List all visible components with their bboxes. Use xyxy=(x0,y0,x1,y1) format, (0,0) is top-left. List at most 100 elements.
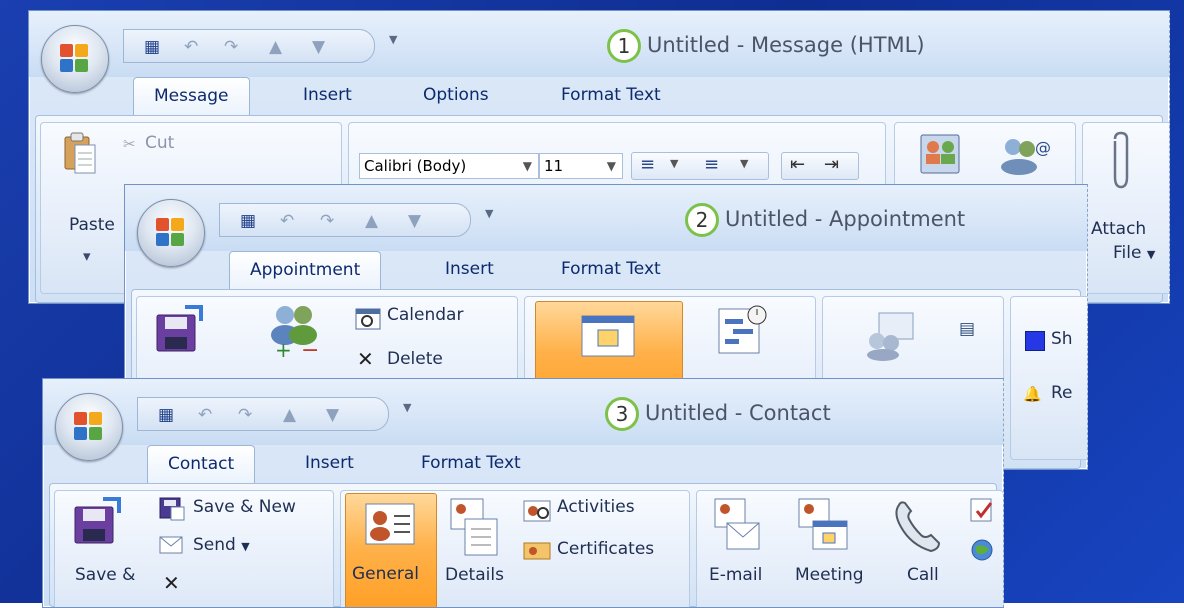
svg-text:@: @ xyxy=(1035,138,1051,157)
tab-insert[interactable]: Insert xyxy=(303,85,352,105)
ribbon-tabs: Contact Insert Format Text xyxy=(43,443,1003,486)
undo-icon[interactable]: ↶ xyxy=(280,211,294,231)
tab-options[interactable]: Options xyxy=(423,85,489,105)
font-size-combo[interactable]: 11 ▼ xyxy=(539,153,623,179)
paste-dropdown-icon[interactable]: ▾ xyxy=(83,247,91,265)
tab-format-text[interactable]: Format Text xyxy=(561,259,661,279)
tab-insert[interactable]: Insert xyxy=(445,259,494,279)
next-item-icon[interactable]: ▼ xyxy=(408,211,421,231)
undo-icon[interactable]: ↶ xyxy=(184,37,198,57)
send-icon[interactable] xyxy=(159,533,185,557)
previous-item-icon[interactable]: ▲ xyxy=(283,405,296,425)
quick-access-toolbar: ▦ ↶ ↷ ▲ ▼ xyxy=(123,29,375,63)
show-as-color-icon xyxy=(1025,331,1045,351)
cut-label[interactable]: Cut xyxy=(145,133,174,153)
delete-icon[interactable]: ✕ xyxy=(357,347,374,371)
cut-icon[interactable]: ✂ xyxy=(123,135,136,153)
call-label[interactable]: Call xyxy=(907,565,939,585)
save-close-icon[interactable] xyxy=(155,305,207,355)
ribbon-tabs: Appointment Insert Format Text xyxy=(125,249,1087,292)
font-size-value: 11 xyxy=(544,157,564,175)
next-item-icon[interactable]: ▼ xyxy=(326,405,339,425)
attach-file-label[interactable]: Attach xyxy=(1091,219,1146,239)
email-label[interactable]: E-mail xyxy=(709,565,762,585)
paste-label[interactable]: Paste xyxy=(69,215,115,235)
invite-attendees-icon[interactable]: + − xyxy=(265,301,323,359)
numbering-icon[interactable]: ≡ xyxy=(704,154,719,175)
paste-icon[interactable] xyxy=(63,131,97,175)
previous-item-icon[interactable]: ▲ xyxy=(365,211,378,231)
meeting-icon[interactable] xyxy=(797,497,851,553)
tab-format-text[interactable]: Format Text xyxy=(561,85,661,105)
chevron-down-icon[interactable]: ▼ xyxy=(670,157,678,170)
customize-qat-icon[interactable]: ▼ xyxy=(485,207,493,220)
meeting-label[interactable]: Meeting xyxy=(795,565,864,585)
certificates-label[interactable]: Certificates xyxy=(557,539,654,559)
redo-icon[interactable]: ↷ xyxy=(224,37,238,57)
address-book-icon[interactable] xyxy=(917,133,967,177)
customize-qat-icon[interactable]: ▼ xyxy=(403,401,411,414)
general-label: General xyxy=(352,564,419,584)
tab-message[interactable]: Message xyxy=(133,77,250,118)
save-icon[interactable]: ▦ xyxy=(158,405,174,425)
assign-task-icon[interactable] xyxy=(969,497,995,523)
show-group: General Details Activities Certificates xyxy=(340,490,690,607)
save-close-label[interactable]: Save & xyxy=(75,565,135,585)
tab-format-text[interactable]: Format Text xyxy=(421,453,521,473)
save-new-icon[interactable] xyxy=(159,495,185,521)
save-close-icon[interactable] xyxy=(73,497,125,547)
tab-appointment[interactable]: Appointment xyxy=(229,251,382,292)
redo-icon[interactable]: ↷ xyxy=(238,405,252,425)
address-book-icon[interactable]: ▤ xyxy=(959,319,975,339)
meeting-request-icon[interactable] xyxy=(863,311,919,361)
certificates-icon[interactable] xyxy=(523,539,551,563)
email-contact-icon[interactable] xyxy=(713,497,763,553)
bullets-icon[interactable]: ≡ xyxy=(640,154,655,175)
decrease-indent-icon[interactable]: ⇤ xyxy=(790,154,805,175)
increase-indent-icon[interactable]: ⇥ xyxy=(824,154,839,175)
attach-file-text: File xyxy=(1113,243,1142,263)
details-label[interactable]: Details xyxy=(445,565,504,585)
calendar-label[interactable]: Calendar xyxy=(387,305,463,325)
office-button[interactable] xyxy=(137,199,205,267)
check-names-icon[interactable]: @ xyxy=(995,133,1055,177)
activities-icon[interactable] xyxy=(523,499,551,523)
attach-file-label-line2[interactable]: File ▼ xyxy=(1113,243,1155,263)
phone-icon[interactable] xyxy=(891,499,943,555)
show-as-label[interactable]: Sh xyxy=(1051,329,1073,349)
chevron-down-icon: ▼ xyxy=(241,540,250,553)
communicate-group: E-mail Meeting Call xyxy=(696,490,1003,607)
previous-item-icon[interactable]: ▲ xyxy=(269,37,282,57)
indent-buttons: ⇤ ⇥ xyxy=(781,152,859,180)
quick-access-toolbar: ▦ ↶ ↷ ▲ ▼ xyxy=(219,203,471,237)
delete-icon[interactable]: ✕ xyxy=(163,571,180,595)
undo-icon[interactable]: ↶ xyxy=(198,405,212,425)
chevron-down-icon: ▼ xyxy=(522,159,532,173)
general-view-button[interactable]: General xyxy=(345,493,437,607)
calendar-icon[interactable] xyxy=(355,307,381,331)
scheduling-assistant-icon[interactable] xyxy=(715,303,771,359)
chevron-down-icon: ▼ xyxy=(1146,248,1156,261)
save-icon[interactable]: ▦ xyxy=(144,37,160,57)
redo-icon[interactable]: ↷ xyxy=(320,211,334,231)
save-new-label[interactable]: Save & New xyxy=(193,497,296,517)
next-item-icon[interactable]: ▼ xyxy=(312,37,325,57)
office-button[interactable] xyxy=(55,393,123,461)
delete-label[interactable]: Delete xyxy=(387,349,443,369)
details-icon[interactable] xyxy=(449,497,499,557)
send-label[interactable]: Send ▼ xyxy=(193,535,250,555)
reminder-label[interactable]: Re xyxy=(1051,383,1073,403)
office-button[interactable] xyxy=(41,25,109,93)
font-name-combo[interactable]: Calibri (Body) ▼ xyxy=(359,153,539,179)
chevron-down-icon[interactable]: ▼ xyxy=(740,157,748,170)
paperclip-icon[interactable] xyxy=(1107,131,1131,193)
save-icon[interactable]: ▦ xyxy=(240,211,256,231)
font-name-value: Calibri (Body) xyxy=(364,157,467,175)
tab-insert[interactable]: Insert xyxy=(305,453,354,473)
customize-qat-icon[interactable]: ▼ xyxy=(389,33,397,46)
activities-label[interactable]: Activities xyxy=(557,497,635,517)
callout-number: 3 xyxy=(605,397,639,431)
web-page-icon[interactable] xyxy=(969,537,995,563)
contact-ribbon: Save & Save & New Send ▼ ✕ General Detai… xyxy=(49,483,1003,607)
tab-contact[interactable]: Contact xyxy=(147,445,256,486)
